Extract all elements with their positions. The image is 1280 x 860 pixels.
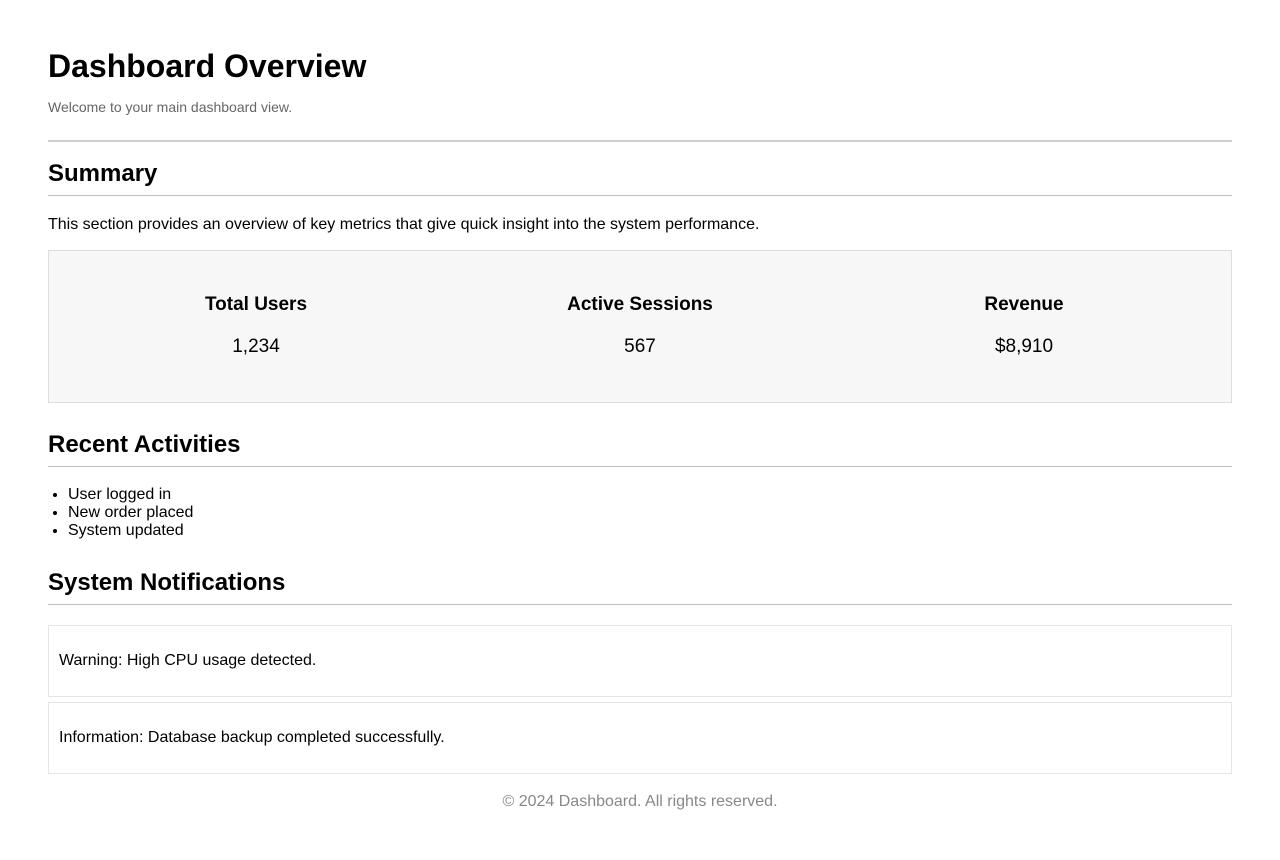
system-notifications-heading: System Notifications: [48, 569, 1232, 605]
summary-description: This section provides an overview of key…: [48, 216, 760, 233]
notification-text: Information: Database backup completed s…: [59, 729, 445, 746]
page-title: Dashboard Overview: [48, 48, 367, 84]
metric-label: Total Users: [204, 294, 308, 315]
metric-value: $8,910: [994, 336, 1054, 357]
metric-revenue: Revenue $8,910: [874, 251, 1174, 402]
list-item: New order placed: [68, 504, 193, 522]
list-item: User logged in: [68, 486, 193, 504]
notification-text: Warning: High CPU usage detected.: [59, 652, 317, 669]
summary-heading: Summary: [48, 160, 1232, 196]
notification-info: Information: Database backup completed s…: [48, 702, 1232, 774]
list-item: System updated: [68, 522, 193, 540]
metric-active-sessions: Active Sessions 567: [490, 251, 790, 402]
activity-list: User logged in New order placed System u…: [48, 486, 193, 540]
metric-value: 1,234: [232, 336, 280, 357]
notification-warning: Warning: High CPU usage detected.: [48, 625, 1232, 697]
metrics-panel: Total Users 1,234 Active Sessions 567 Re…: [48, 250, 1232, 403]
page-header: Dashboard Overview Welcome to your main …: [48, 0, 1232, 142]
metric-total-users: Total Users 1,234: [106, 251, 406, 402]
metric-value: 567: [624, 336, 656, 357]
recent-activities-heading: Recent Activities: [48, 431, 1232, 467]
metric-label: Active Sessions: [567, 294, 713, 315]
page-subtitle: Welcome to your main dashboard view.: [48, 99, 293, 115]
footer: © 2024 Dashboard. All rights reserved.: [502, 793, 778, 810]
metric-label: Revenue: [984, 294, 1064, 315]
